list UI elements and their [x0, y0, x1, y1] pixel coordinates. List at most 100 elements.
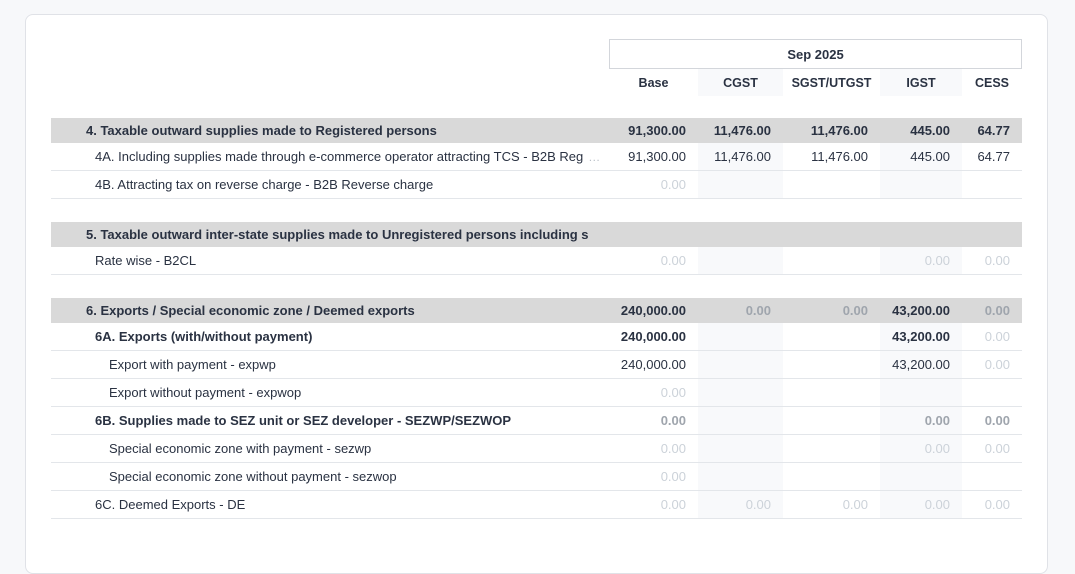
row-label: Export with payment - expwp — [51, 351, 609, 378]
cell-cess — [962, 463, 1022, 490]
section-header-row[interactable]: 5. Taxable outward inter-state supplies … — [51, 222, 1022, 247]
row-label-text: 6. Exports / Special economic zone / Dee… — [86, 303, 415, 318]
cell-cgst: 0.00 — [698, 298, 783, 323]
cell-base: 240,000.00 — [609, 323, 698, 350]
cell-cess: 0.00 — [962, 491, 1022, 518]
report-row[interactable]: Rate wise - B2CL0.000.000.00 — [51, 247, 1022, 275]
cell-cgst — [698, 222, 783, 247]
row-label-text: 4B. Attracting tax on reverse charge - B… — [95, 177, 433, 192]
cell-igst: 0.00 — [880, 247, 962, 274]
column-header-cess: CESS — [962, 69, 1022, 96]
cell-base: 0.00 — [609, 247, 698, 274]
cell-igst — [880, 222, 962, 247]
section-header-row[interactable]: 6. Exports / Special economic zone / Dee… — [51, 298, 1022, 323]
row-label-text: 4. Taxable outward supplies made to Regi… — [86, 123, 437, 138]
row-label-text: 6A. Exports (with/without payment) — [95, 329, 312, 344]
report-row[interactable]: Special economic zone without payment - … — [51, 463, 1022, 491]
row-label: Rate wise - B2CL — [51, 247, 609, 274]
cell-base: 0.00 — [609, 379, 698, 406]
row-label-text: 5. Taxable outward inter-state supplies … — [86, 227, 589, 242]
column-header-spacer — [51, 69, 609, 96]
cell-igst: 43,200.00 — [880, 323, 962, 350]
cell-cess: 0.00 — [962, 407, 1022, 434]
cell-sgst-utgst — [783, 463, 880, 490]
cell-sgst-utgst — [783, 323, 880, 350]
row-label-text: Export without payment - expwop — [109, 385, 301, 400]
column-header-igst: IGST — [880, 69, 962, 96]
report-row[interactable]: 6B. Supplies made to SEZ unit or SEZ dev… — [51, 407, 1022, 435]
report-row[interactable]: 4A. Including supplies made through e-co… — [51, 143, 1022, 171]
row-label: 4A. Including supplies made through e-co… — [51, 143, 609, 170]
report-section: 4. Taxable outward supplies made to Regi… — [51, 118, 1022, 199]
report-card: Sep 2025 Base CGST SGST/UTGST IGST CESS … — [25, 14, 1048, 574]
cell-cess — [962, 171, 1022, 198]
cell-igst: 0.00 — [880, 491, 962, 518]
report-row[interactable]: 6A. Exports (with/without payment) 240,00… — [51, 323, 1022, 351]
column-header-cgst: CGST — [698, 69, 783, 96]
cell-base: 240,000.00 — [609, 298, 698, 323]
cell-sgst-utgst — [783, 222, 880, 247]
row-label: Export without payment - expwop — [51, 379, 609, 406]
row-label-text: 6B. Supplies made to SEZ unit or SEZ dev… — [95, 413, 511, 428]
period-label: Sep 2025 — [787, 47, 843, 62]
cell-sgst-utgst: 11,476.00 — [783, 143, 880, 170]
cell-base: 0.00 — [609, 463, 698, 490]
cell-sgst-utgst — [783, 247, 880, 274]
cell-sgst-utgst — [783, 435, 880, 462]
report-row[interactable]: Export without payment - expwop 0.00 — [51, 379, 1022, 407]
row-label: 5. Taxable outward inter-state supplies … — [51, 222, 609, 247]
report-row[interactable]: Export with payment - expwp240,000.00 43,… — [51, 351, 1022, 379]
report-row[interactable]: 4B. Attracting tax on reverse charge - B… — [51, 171, 1022, 199]
row-label-text: 4A. Including supplies made through e-co… — [95, 149, 583, 164]
cell-cess: 0.00 — [962, 247, 1022, 274]
cell-sgst-utgst — [783, 351, 880, 378]
cell-base: 240,000.00 — [609, 351, 698, 378]
cell-sgst-utgst: 0.00 — [783, 491, 880, 518]
report-row[interactable]: Special economic zone with payment - sez… — [51, 435, 1022, 463]
cell-cess — [962, 222, 1022, 247]
column-header-row: Base CGST SGST/UTGST IGST CESS — [51, 69, 1022, 96]
cell-cess: 64.77 — [962, 143, 1022, 170]
cell-sgst-utgst — [783, 379, 880, 406]
row-label: 4B. Attracting tax on reverse charge - B… — [51, 171, 609, 198]
cell-igst: 445.00 — [880, 143, 962, 170]
report-row[interactable]: 6C. Deemed Exports - DE0.000.000.000.000… — [51, 491, 1022, 519]
cell-base: 91,300.00 — [609, 143, 698, 170]
cell-cgst: 0.00 — [698, 491, 783, 518]
row-label: 6. Exports / Special economic zone / Dee… — [51, 298, 609, 323]
period-header-row: Sep 2025 — [51, 39, 1022, 69]
row-label: 6C. Deemed Exports - DE — [51, 491, 609, 518]
page-background: { "report": { "period": "Sep 2025", "tru… — [0, 0, 1075, 536]
cell-igst — [880, 463, 962, 490]
column-header-sgst-utgst: SGST/UTGST — [783, 69, 880, 96]
cell-igst: 0.00 — [880, 435, 962, 462]
cell-cgst — [698, 379, 783, 406]
cell-base: 91,300.00 — [609, 118, 698, 143]
report-section: 6. Exports / Special economic zone / Dee… — [51, 298, 1022, 519]
report-table-body: 4. Taxable outward supplies made to Regi… — [51, 118, 1022, 519]
cell-igst: 445.00 — [880, 118, 962, 143]
cell-igst — [880, 379, 962, 406]
row-label: Special economic zone without payment - … — [51, 463, 609, 490]
column-header-base: Base — [609, 69, 698, 96]
cell-cess: 0.00 — [962, 435, 1022, 462]
cell-sgst-utgst: 11,476.00 — [783, 118, 880, 143]
cell-cgst: 11,476.00 — [698, 118, 783, 143]
cell-base — [609, 222, 698, 247]
section-header-row[interactable]: 4. Taxable outward supplies made to Regi… — [51, 118, 1022, 143]
truncation-ellipsis-icon: … — [588, 150, 600, 164]
cell-base: 0.00 — [609, 171, 698, 198]
cell-cess: 0.00 — [962, 323, 1022, 350]
cell-cgst — [698, 351, 783, 378]
row-label: 4. Taxable outward supplies made to Regi… — [51, 118, 609, 143]
cell-cgst — [698, 247, 783, 274]
cell-base: 0.00 — [609, 491, 698, 518]
cell-sgst-utgst — [783, 407, 880, 434]
cell-cgst — [698, 435, 783, 462]
cell-igst: 43,200.00 — [880, 351, 962, 378]
cell-sgst-utgst: 0.00 — [783, 298, 880, 323]
row-label-text: Special economic zone without payment - … — [109, 469, 397, 484]
row-label-text: Special economic zone with payment - sez… — [109, 441, 371, 456]
cell-cgst — [698, 171, 783, 198]
cell-cess — [962, 379, 1022, 406]
